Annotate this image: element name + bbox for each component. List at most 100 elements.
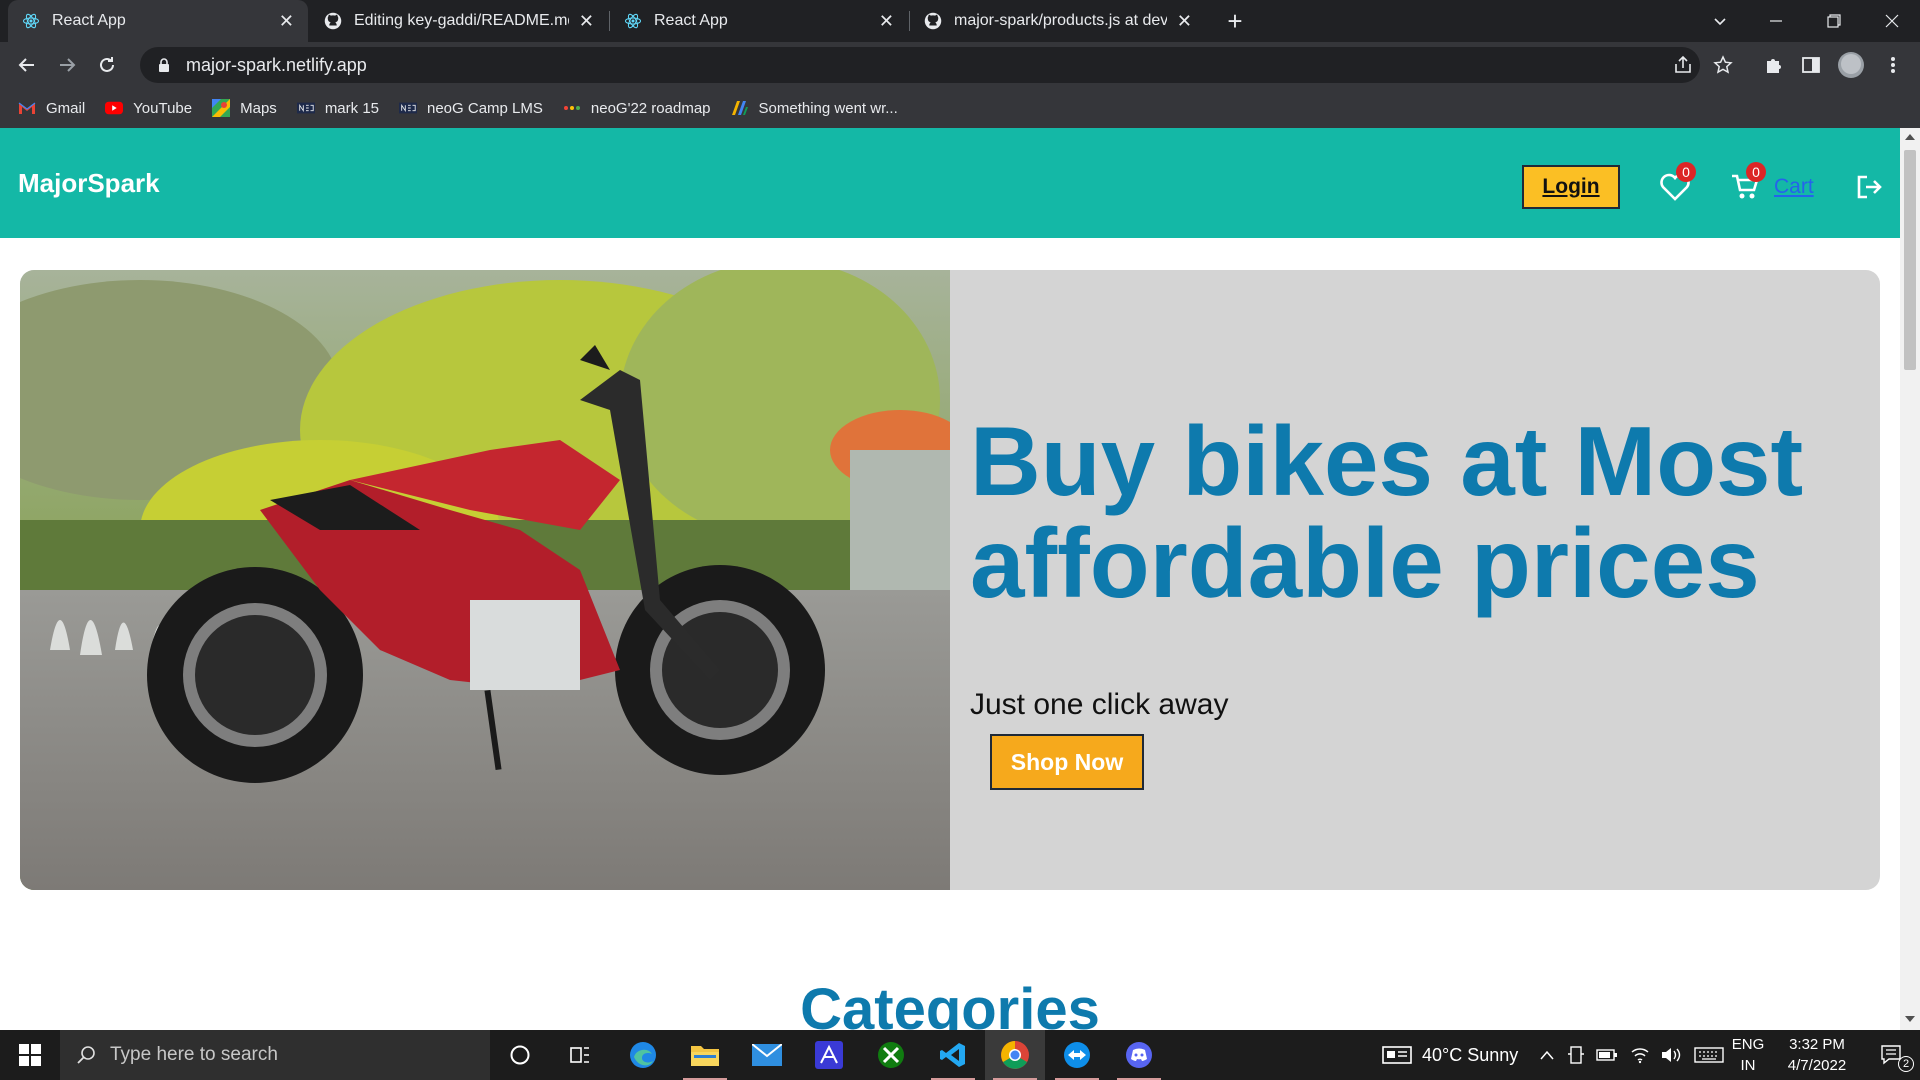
cart-count-badge: 0 [1746,162,1766,182]
taskbar-app-a[interactable] [799,1030,859,1080]
back-button[interactable] [12,50,42,80]
notification-count-badge: 2 [1898,1056,1914,1072]
side-panel-button[interactable] [1798,52,1824,78]
browser-tabstrip: React App ✕ Editing key-gaddi/README.md … [0,0,1920,42]
forward-button[interactable] [52,50,82,80]
side-panel-icon [1802,57,1820,73]
close-icon [1885,14,1899,28]
scroll-up-icon[interactable] [1905,134,1915,140]
device-icon[interactable] [1568,1046,1584,1064]
bookmark-label: Gmail [46,99,86,117]
browser-menu-button[interactable] [1880,52,1906,78]
share-icon [1675,55,1691,73]
share-button[interactable] [1670,52,1696,78]
bookmark-neog-camp-lms[interactable]: neoG Camp LMS [399,100,543,117]
action-center-button[interactable]: 2 [1870,1030,1914,1080]
bookmark-maps[interactable]: Maps [212,99,277,117]
close-tab-icon[interactable]: ✕ [1177,11,1192,32]
bookmark-mark-15[interactable]: mark 15 [296,99,379,117]
browser-tab-4[interactable]: major-spark/products.js at dev · S ✕ [910,0,1206,42]
taskbar-chrome[interactable] [985,1030,1045,1080]
close-tab-icon[interactable]: ✕ [879,11,894,32]
chrome-icon [1001,1041,1029,1069]
scroll-down-icon[interactable] [1905,1016,1915,1022]
puzzle-icon [1767,59,1781,73]
bookmark-gmail[interactable]: Gmail [18,100,85,117]
taskbar-mail[interactable] [737,1030,797,1080]
cart-link[interactable]: Cart [1774,175,1814,199]
hero-banner: Buy bikes at Most affordable prices Just… [20,270,1880,890]
bookmark-neog-roadmap[interactable]: neoG'22 roadmap [563,100,711,117]
vscode-icon [940,1043,965,1067]
star-icon [1713,55,1733,74]
bookmark-star-button[interactable] [1710,52,1736,78]
browser-tab-2[interactable]: Editing key-gaddi/README.md a ✕ [310,0,608,42]
login-button[interactable]: Login [1522,165,1620,209]
youtube-icon [105,101,124,115]
volume-icon[interactable] [1660,1046,1682,1064]
app-icon [731,101,749,115]
site-brand[interactable]: MajorSpark [18,168,160,199]
clock[interactable]: 3:32 PM 4/7/2022 [1772,1034,1862,1076]
browser-tab-3[interactable]: React App ✕ [610,0,908,42]
taskbar-teamviewer[interactable] [1047,1030,1107,1080]
tab-title: major-spark/products.js at dev · S [954,12,1167,29]
bookmark-label: mark 15 [324,99,379,117]
address-bar[interactable]: major-spark.netlify.app [140,47,1700,83]
scrollbar-thumb[interactable] [1904,150,1916,370]
app-a-icon [815,1041,843,1069]
taskbar-edge[interactable] [613,1030,673,1080]
bookmark-youtube[interactable]: YouTube [105,100,192,117]
windows-logo-icon [19,1044,41,1066]
weather-text: 40°C Sunny [1422,1044,1519,1065]
profile-avatar[interactable] [1838,52,1864,78]
restore-button[interactable] [1806,0,1862,42]
bookmark-something-went-wrong[interactable]: Something went wr... [731,100,898,117]
wifi-icon[interactable] [1630,1046,1650,1064]
taskbar-discord[interactable] [1109,1030,1169,1080]
bookmark-label: Something went wr... [758,99,898,117]
keyboard-icon[interactable] [1694,1046,1724,1064]
cortana-icon [510,1045,530,1065]
cart-icon-button[interactable]: 0 [1728,162,1766,204]
task-view-button[interactable] [550,1030,610,1080]
close-window-button[interactable] [1864,0,1920,42]
page-scrollbar[interactable] [1900,128,1920,1030]
tab-title: React App [52,12,126,29]
weather-widget[interactable]: 40°C Sunny [1382,1030,1518,1080]
restore-icon [1827,14,1841,28]
roadmap-icon [563,101,581,115]
taskbar-xbox[interactable] [861,1030,921,1080]
start-button[interactable] [0,1030,60,1080]
windows-taskbar: Type here to search 40°C Sunny ENG IN 3:… [0,1030,1920,1080]
chevron-down-icon [1714,18,1726,26]
browser-tab-1[interactable]: React App ✕ [8,0,308,42]
tab-search-button[interactable] [1692,0,1748,42]
extensions-button[interactable] [1760,52,1786,78]
taskbar-search-box[interactable]: Type here to search [60,1030,490,1080]
search-icon [77,1046,95,1064]
cortana-button[interactable] [490,1030,550,1080]
wishlist-count-badge: 0 [1676,162,1696,182]
chevron-up-icon[interactable] [1540,1050,1554,1060]
logout-button[interactable] [1852,170,1886,204]
new-tab-button[interactable]: + [1220,6,1250,36]
tab-title: Editing key-gaddi/README.md a [354,12,569,29]
battery-icon[interactable] [1596,1048,1618,1062]
neog-icon [296,101,315,115]
close-tab-icon[interactable]: ✕ [579,11,594,32]
input-language[interactable]: ENG IN [1730,1034,1766,1076]
close-tab-icon[interactable]: ✕ [279,11,294,32]
search-placeholder: Type here to search [110,1044,278,1065]
minimize-button[interactable] [1748,0,1804,42]
reload-button[interactable] [92,50,122,80]
taskbar-file-explorer[interactable] [675,1030,735,1080]
bookmark-label: neoG'22 roadmap [590,99,711,117]
tab-title: React App [654,12,728,29]
system-tray-icons [1540,1030,1724,1080]
bookmark-label: Maps [240,99,277,117]
taskbar-vscode[interactable] [923,1030,983,1080]
shop-now-button[interactable]: Shop Now [990,734,1144,790]
wishlist-button[interactable]: 0 [1658,162,1696,204]
web-page: MajorSpark Login 0 0 Cart Buy bikes at M… [0,128,1900,1030]
